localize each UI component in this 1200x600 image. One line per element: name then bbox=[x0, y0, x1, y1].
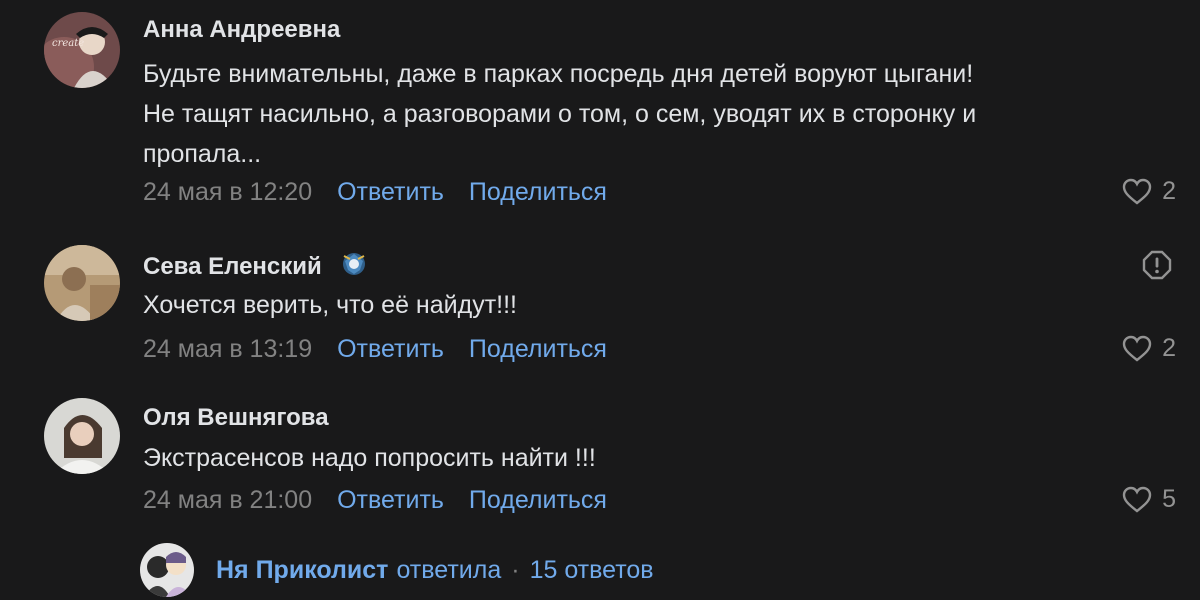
comment-author: Сева Еленский bbox=[143, 250, 368, 281]
avatar-image bbox=[44, 245, 120, 321]
comment-meta: 24 мая в 21:00 Ответить Поделиться bbox=[143, 486, 607, 515]
avatar[interactable]: create bbox=[44, 12, 120, 88]
like-count: 5 bbox=[1162, 485, 1176, 513]
share-button[interactable]: Поделиться bbox=[469, 178, 607, 206]
comment: create Анна Андреевна Будьте внимательны… bbox=[0, 0, 1200, 225]
comment-date[interactable]: 24 мая в 21:00 bbox=[143, 486, 312, 514]
comment-text: Хочется верить, что её найдут!!! bbox=[143, 285, 1173, 325]
replies-thread[interactable]: Ня Приколист ответила · 15 ответов bbox=[140, 542, 654, 598]
comment-text-line: Будьте внимательны, даже в парках посред… bbox=[143, 60, 974, 88]
replies-count-link[interactable]: 15 ответов bbox=[530, 556, 654, 585]
comment-meta: 24 мая в 12:20 Ответить Поделиться bbox=[143, 178, 607, 207]
like-count: 2 bbox=[1162, 334, 1176, 362]
avatar[interactable] bbox=[44, 398, 120, 474]
thread-separator: · bbox=[511, 555, 520, 584]
reply-button[interactable]: Ответить bbox=[337, 335, 444, 363]
comment: Сева Еленский Хочется верить, что её най… bbox=[0, 225, 1200, 375]
avatar[interactable] bbox=[44, 245, 120, 321]
comment-text-line: Не тащят насильно, а разговорами о том, … bbox=[143, 100, 977, 128]
comment-text: Будьте внимательны, даже в парках посред… bbox=[143, 54, 1173, 174]
comment-author[interactable]: Анна Андреевна bbox=[143, 16, 340, 44]
comment-text-line: Экстрасенсов надо попросить найти !!! bbox=[143, 444, 596, 472]
thread-verb: ответила bbox=[396, 555, 502, 584]
author-name[interactable]: Сева Еленский bbox=[143, 253, 322, 280]
like-button[interactable]: 5 bbox=[1122, 485, 1176, 514]
comment: Оля Вешнягова Экстрасенсов надо попросит… bbox=[0, 378, 1200, 533]
comment-meta: 24 мая в 13:19 Ответить Поделиться bbox=[143, 335, 607, 364]
comment-text-line: пропала... bbox=[143, 140, 262, 168]
avatar-image bbox=[140, 543, 194, 597]
share-button[interactable]: Поделиться bbox=[469, 486, 607, 514]
avatar-image bbox=[44, 398, 120, 474]
like-button[interactable]: 2 bbox=[1122, 177, 1176, 206]
report-icon[interactable] bbox=[1142, 250, 1172, 280]
comment-text-line: Хочется верить, что её найдут!!! bbox=[143, 291, 517, 319]
avatar-image: create bbox=[44, 12, 120, 88]
heart-icon bbox=[1122, 178, 1152, 205]
heart-icon bbox=[1122, 335, 1152, 362]
thread-avatar[interactable] bbox=[140, 543, 194, 597]
comment-author[interactable]: Оля Вешнягова bbox=[143, 404, 329, 432]
reply-button[interactable]: Ответить bbox=[337, 486, 444, 514]
comment-date[interactable]: 24 мая в 12:20 bbox=[143, 178, 312, 206]
team-badge-icon bbox=[343, 253, 366, 275]
thread-author[interactable]: Ня Приколист bbox=[216, 556, 388, 585]
comment-text: Экстрасенсов надо попросить найти !!! bbox=[143, 438, 1173, 478]
heart-icon bbox=[1122, 486, 1152, 513]
avatar-text: create bbox=[52, 38, 84, 49]
comment-date[interactable]: 24 мая в 13:19 bbox=[143, 335, 312, 363]
share-button[interactable]: Поделиться bbox=[469, 335, 607, 363]
like-count: 2 bbox=[1162, 177, 1176, 205]
like-button[interactable]: 2 bbox=[1122, 334, 1176, 363]
reply-button[interactable]: Ответить bbox=[337, 178, 444, 206]
